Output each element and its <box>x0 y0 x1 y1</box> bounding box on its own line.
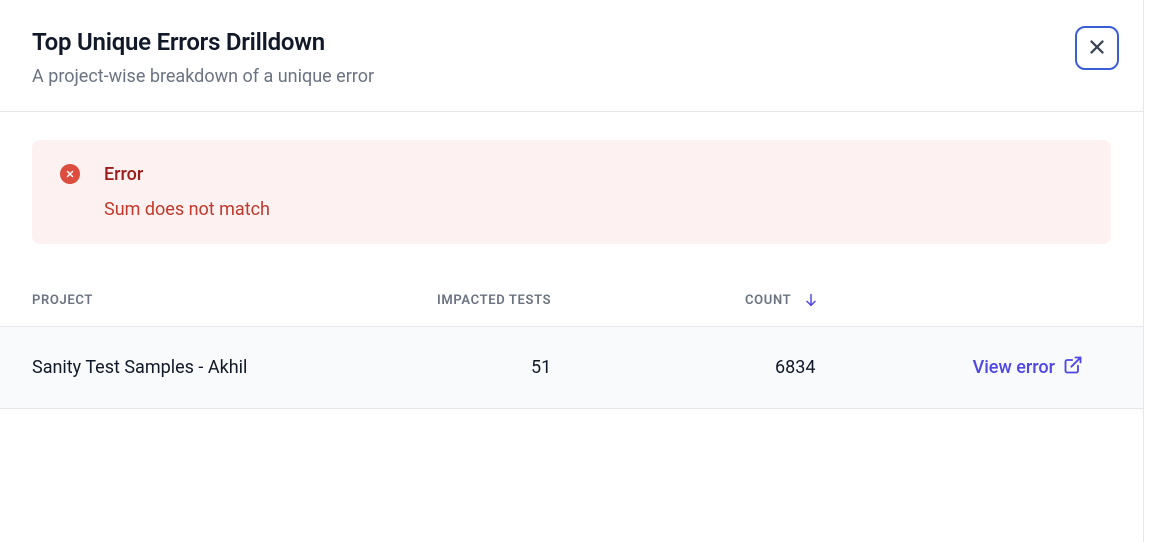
page-title: Top Unique Errors Drilldown <box>32 28 1111 56</box>
error-banner: Error Sum does not match <box>32 140 1111 244</box>
error-title: Error <box>104 164 1087 185</box>
external-link-icon <box>1063 355 1083 380</box>
page-subtitle: A project-wise breakdown of a unique err… <box>32 66 1111 87</box>
error-message: Sum does not match <box>104 199 1087 220</box>
view-error-link[interactable]: View error <box>973 355 1083 380</box>
drilldown-panel: Top Unique Errors Drilldown A project-wi… <box>0 0 1144 542</box>
view-error-label: View error <box>973 357 1055 378</box>
cell-impacted-tests: 51 <box>437 357 745 378</box>
close-button[interactable] <box>1075 26 1119 70</box>
cell-action: View error <box>915 355 1111 380</box>
column-header-count-label: COUNT <box>745 293 791 308</box>
close-icon <box>1086 36 1108 61</box>
panel-header: Top Unique Errors Drilldown A project-wi… <box>0 0 1143 112</box>
sort-descending-icon <box>803 292 819 308</box>
column-header-impacted-tests[interactable]: IMPACTED TESTS <box>437 293 745 308</box>
projects-table: PROJECT IMPACTED TESTS COUNT Sanity Test… <box>0 276 1143 409</box>
cell-project-name: Sanity Test Samples - Akhil <box>32 357 437 378</box>
cell-count: 6834 <box>745 357 915 378</box>
panel-content: Error Sum does not match PROJECT IMPACTE… <box>0 112 1143 409</box>
table-header-row: PROJECT IMPACTED TESTS COUNT <box>0 276 1143 327</box>
error-circle-icon <box>60 164 80 184</box>
column-header-project[interactable]: PROJECT <box>32 293 437 308</box>
column-header-count[interactable]: COUNT <box>745 292 915 308</box>
table-row[interactable]: Sanity Test Samples - Akhil 51 6834 View… <box>0 327 1143 409</box>
